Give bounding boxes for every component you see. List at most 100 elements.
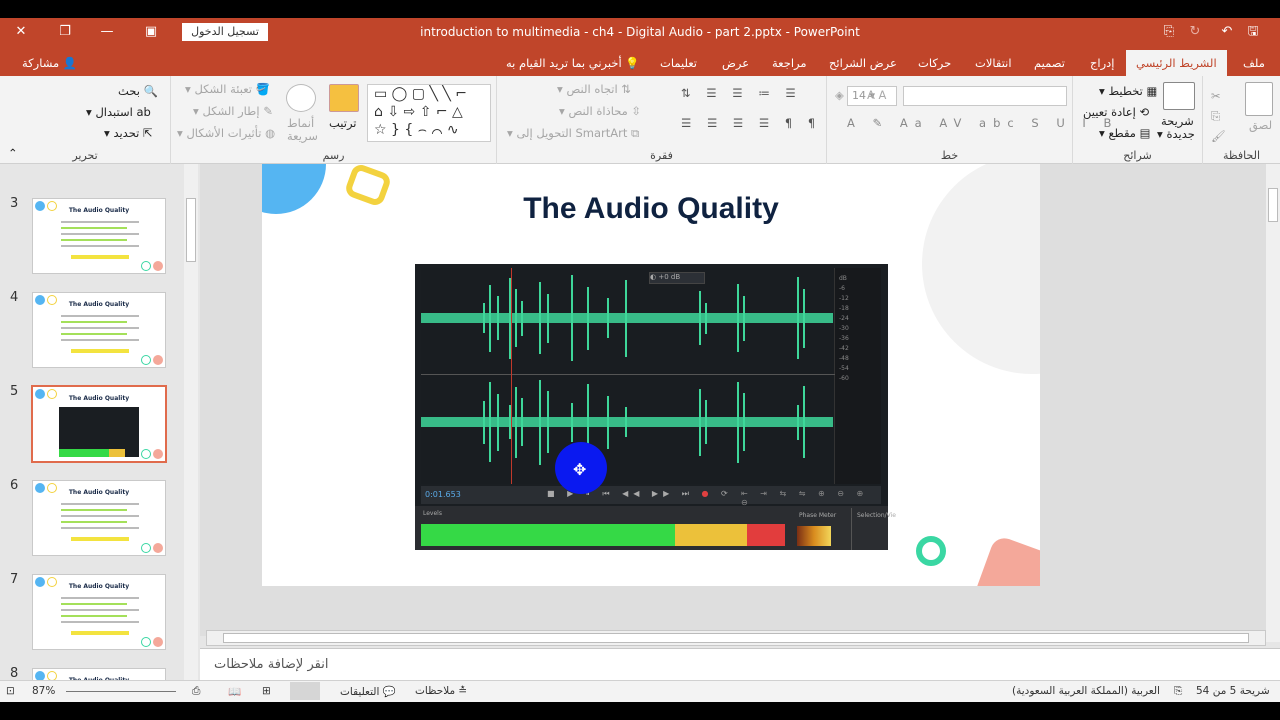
thumb-text-line <box>61 603 127 605</box>
find-button[interactable]: بحث 🔍 <box>118 84 158 98</box>
select-button[interactable]: ▾ تحديد ⇱ <box>104 126 153 140</box>
thumbnail-scrollbar[interactable] <box>184 164 198 680</box>
fit-slide-icon[interactable]: ⊡ <box>6 685 15 697</box>
slide[interactable]: The Audio Quality ◐ +0 dB dB -6 -12 -18 -24-… <box>262 164 1040 586</box>
save-icon[interactable]: 🖫 <box>1242 22 1264 42</box>
zoom-slider[interactable] <box>66 691 176 692</box>
arrange-icon[interactable] <box>329 84 359 112</box>
tab-transitions[interactable]: انتقالات <box>975 46 1012 76</box>
new-slide-icon[interactable] <box>1163 82 1195 110</box>
tab-design[interactable]: تصميم <box>1034 46 1065 76</box>
powerpoint-window: ✕ ❐ — ▣ تسجيل الدخول introduction to mul… <box>0 18 1280 702</box>
phase-meter-label: Phase Meter <box>799 512 837 519</box>
paste-icon[interactable] <box>1245 82 1273 116</box>
shape-effects-button[interactable]: ▾ تأثيرات الأشكال ◍ <box>177 126 275 140</box>
thumb-green-blob <box>141 449 151 459</box>
slide-thumbnail[interactable]: The Audio Quality <box>32 574 166 650</box>
notes-pane[interactable]: انقر لإضافة ملاحظات <box>200 648 1280 680</box>
text-direction-button[interactable]: ▾ اتجاه النص ⇅ <box>557 82 631 96</box>
levels-label: Levels <box>423 510 442 517</box>
arrange-button[interactable]: ترتيب <box>329 116 357 130</box>
shapes-gallery[interactable]: ▭ ◯ ▢ ╲ ╲ ⌐ ⌂ ⇩ ⇨ ⇧ ⌐ △ ☆ } { ⌢ ⌒ ∿ <box>367 84 491 142</box>
tellme-box[interactable]: أخبرني بما تريد القيام به 💡 <box>506 46 640 76</box>
slide-title[interactable]: The Audio Quality <box>262 192 1040 226</box>
waveform-spike <box>607 298 609 338</box>
slide-thumbnail[interactable]: The Audio Quality <box>32 198 166 274</box>
spellcheck-icon[interactable]: ⎘ <box>1174 685 1182 698</box>
tab-view[interactable]: عرض <box>722 46 749 76</box>
collapse-ribbon-icon[interactable]: ⌃ <box>8 146 18 160</box>
replace-button[interactable]: ▾ استبدال ab <box>86 105 151 119</box>
slide-canvas: The Audio Quality ◐ +0 dB dB -6 -12 -18 -24-… <box>200 164 1266 636</box>
align-text-button[interactable]: ▾ محاذاة النص ⇳ <box>559 104 641 118</box>
new-slide-label[interactable]: شريحة <box>1161 114 1194 128</box>
share-button[interactable]: مشاركة 👤 <box>22 46 77 76</box>
font-label: خط <box>940 149 959 162</box>
audio-editor-image[interactable]: ◐ +0 dB dB -6 -12 -18 -24 -30 -36 -42 -48 -54 -60 … <box>415 264 896 550</box>
tab-insert[interactable]: إدراج <box>1090 46 1115 76</box>
canvas-horizontal-scrollbar[interactable] <box>206 630 1266 646</box>
font-name-field[interactable] <box>903 86 1067 106</box>
layout-button[interactable]: ▾ تخطيط ▦ <box>1099 84 1157 98</box>
reset-button[interactable]: إعادة تعيين ⟲ <box>1083 105 1149 119</box>
redo-icon[interactable]: ↻ <box>1184 22 1206 42</box>
hscroll-thumb[interactable] <box>223 633 1249 643</box>
slide-thumbnail[interactable]: The Audio Quality <box>31 385 167 463</box>
editing-group: بحث 🔍 ▾ استبدال ab ▾ تحديد ⇱ تحرير ⌃ <box>0 76 170 164</box>
thumbnail-scroll-thumb[interactable] <box>186 198 196 262</box>
zoom-controls[interactable]: ⇤ ⇥ ⇆ ⇋ ⊕ ⊖ ⊕ ⊖ <box>741 489 881 507</box>
align-buttons[interactable]: ☰ ☰ ☰ ☰ ¶ ¶ <box>681 116 821 130</box>
clear-format-icon[interactable]: ◈ <box>835 88 844 102</box>
paste-button[interactable]: لصق <box>1249 118 1272 132</box>
language-status[interactable]: العربية (المملكة العربية السعودية) <box>1012 685 1160 697</box>
smartart-button[interactable]: ▾ التحويل إلى SmartArt ⧉ <box>507 126 639 141</box>
thumb-text-line <box>61 227 127 229</box>
slide-thumbnail[interactable]: The Audio Quality <box>32 292 166 368</box>
list-buttons[interactable]: ⇅ ☰ ☰ ≔ ☰ <box>681 86 802 100</box>
zoom-level[interactable]: 87% <box>32 685 55 697</box>
new-slide-label2[interactable]: ▾ جديدة <box>1157 127 1195 141</box>
waveform-spike <box>607 395 609 449</box>
undo-icon[interactable]: ↶ <box>1216 22 1238 42</box>
normal-view-button[interactable] <box>290 682 320 700</box>
thumb-green-blob <box>141 355 151 365</box>
notes-button[interactable]: ملاحظات ≛ <box>415 685 467 697</box>
shape-outline-button[interactable]: ▾ إطار الشكل ✎ <box>193 104 273 118</box>
hud-overlay: ◐ +0 dB <box>649 272 705 284</box>
thumb-pink-blob <box>153 449 163 459</box>
tab-review[interactable]: مراجعة <box>772 46 807 76</box>
reading-view-icon[interactable]: 📖 <box>228 685 241 698</box>
grow-font-icon[interactable]: A A <box>867 88 886 102</box>
tab-animations[interactable]: حركات <box>918 46 951 76</box>
shape-fill-button[interactable]: ▾ تعبئة الشكل 🪣 <box>185 82 270 96</box>
canvas-scroll-thumb[interactable] <box>1268 188 1278 222</box>
decor-pink-square <box>972 534 1040 586</box>
waveform-spike <box>497 393 499 451</box>
canvas-vertical-scrollbar[interactable] <box>1266 164 1280 642</box>
sorter-view-icon[interactable]: ⊞ <box>262 685 271 697</box>
decor-green-ring <box>916 536 946 566</box>
presenter-icon[interactable]: ⎙ <box>192 685 200 698</box>
clipboard-group: ✂ ⎘ 🖌 لصق الحافظة <box>1202 76 1280 164</box>
scissors-icon[interactable]: ✂ ⎘ 🖌 <box>1211 86 1226 146</box>
slide-thumbnail[interactable]: The Audio Quality <box>32 668 166 680</box>
comments-button[interactable]: التعليقات 💬 <box>340 685 396 698</box>
waveform-spike <box>483 303 485 333</box>
waveform-display: ◐ +0 dB <box>421 268 835 484</box>
quick-styles-icon[interactable] <box>286 84 316 112</box>
thumb-text-line <box>61 521 127 523</box>
thumb-text-line <box>61 321 127 323</box>
tab-file[interactable]: ملف <box>1243 46 1265 76</box>
thumbnail-number: 7 <box>10 572 19 587</box>
thumbnail-number: 3 <box>10 196 19 211</box>
waveform-spike <box>743 393 745 451</box>
slide-thumbnail[interactable]: The Audio Quality <box>32 480 166 556</box>
thumb-text-line <box>61 597 139 599</box>
present-icon[interactable]: ⎘ <box>1158 22 1180 42</box>
tab-home[interactable]: الشريط الرئيسي <box>1126 50 1227 76</box>
section-button[interactable]: ▾ مقطع ▤ <box>1099 126 1151 140</box>
tab-slideshow[interactable]: عرض الشرائح <box>829 46 897 76</box>
thumbnail-title: The Audio Quality <box>68 583 130 590</box>
waveform-spike <box>797 277 799 359</box>
tab-help[interactable]: تعليمات <box>660 46 697 76</box>
